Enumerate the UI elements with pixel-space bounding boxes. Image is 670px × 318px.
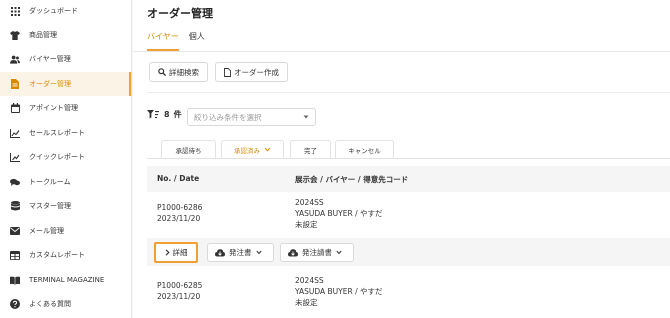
divider — [147, 92, 670, 93]
sidebar-item-appointments[interactable]: アポイント管理 — [0, 96, 131, 120]
status-tab-label: 完了 — [304, 146, 317, 155]
invoice-label: 発注請書 — [302, 248, 332, 257]
status-tab-label: 承認済み — [234, 146, 260, 155]
sidebar-item-terminal-magazine[interactable]: TERMINAL MAGAZINE — [0, 268, 131, 292]
sidebar-item-talk-room[interactable]: トークルーム — [0, 170, 131, 194]
status-tab-pending[interactable]: 承認待ち — [161, 140, 216, 158]
count-unit: 件 — [173, 110, 182, 119]
sidebar-item-buyers[interactable]: バイヤー管理 — [0, 47, 131, 71]
chat-icon — [10, 177, 20, 187]
sidebar-item-label: トークルーム — [29, 178, 71, 186]
calendar-icon — [10, 103, 20, 113]
create-order-label: オーダー作成 — [234, 67, 279, 77]
buyer-name: YASUDA BUYER / やすだ — [295, 287, 383, 296]
status-tab-divider — [147, 158, 670, 159]
cloud-download-icon — [215, 248, 225, 256]
buyer-name: YASUDA BUYER / やすだ — [295, 209, 383, 218]
trend-chart-icon — [10, 128, 20, 138]
sidebar-item-master[interactable]: マスター管理 — [0, 194, 131, 218]
main-content: オーダー管理 バイヤー 個人 詳細検索 オーダー作成 8 件 絞り込み条件を選択… — [133, 0, 670, 318]
chevron-down-icon — [264, 147, 271, 152]
mail-icon — [10, 226, 20, 236]
page-title: オーダー管理 — [147, 7, 213, 20]
search-icon — [158, 68, 166, 76]
shirt-icon — [10, 30, 20, 40]
sidebar-item-label: TERMINAL MAGAZINE — [29, 276, 105, 284]
database-icon — [10, 201, 20, 211]
sidebar: ダッシュボード 商品管理 バイヤー管理 オーダー管理 アポイント管理 セールスレ… — [0, 0, 132, 318]
sidebar-item-label: マスター管理 — [29, 202, 71, 210]
users-icon — [10, 54, 20, 64]
tab-buyer[interactable]: バイヤー — [147, 31, 179, 51]
filter-sort-icon — [147, 110, 159, 119]
sidebar-item-label: メール管理 — [29, 227, 64, 235]
order-sheet-download-button[interactable]: 発注書 — [207, 243, 274, 262]
caret-down-icon — [303, 115, 309, 119]
status-tab-label: キャンセル — [348, 146, 381, 155]
result-count: 8 件 — [147, 109, 182, 120]
sidebar-item-label: ダッシュボード — [29, 7, 78, 15]
sidebar-item-dashboard[interactable]: ダッシュボード — [0, 0, 131, 23]
sidebar-item-sales-report[interactable]: セールスレポート — [0, 121, 131, 145]
customer-code: 未設定 — [295, 298, 318, 307]
table-row[interactable]: P1000-6285 2023/11/20 2024SS YASUDA BUYE… — [147, 275, 670, 315]
sidebar-item-label: クイックレポート — [29, 153, 85, 161]
order-date: 2023/11/20 — [157, 292, 201, 301]
grid-icon — [10, 6, 20, 16]
new-document-icon — [224, 67, 231, 77]
order-number: P1000-6286 — [157, 203, 203, 212]
table-header: No. / Date 展示会 / バイヤー / 得意先コード — [147, 166, 670, 192]
status-tab-label: 承認待ち — [175, 146, 202, 155]
tab-divider — [133, 51, 670, 52]
detail-search-label: 詳細検索 — [169, 67, 199, 77]
detail-button-label: 詳細 — [172, 248, 188, 257]
sidebar-item-label: よくある質問 — [29, 300, 71, 308]
sidebar-item-label: バイヤー管理 — [29, 55, 71, 63]
app: ダッシュボード 商品管理 バイヤー管理 オーダー管理 アポイント管理 セールスレ… — [0, 0, 670, 318]
status-tab-cancel[interactable]: キャンセル — [335, 140, 394, 158]
status-tab-approved[interactable]: 承認済み — [221, 140, 284, 158]
order-number: P1000-6285 — [157, 281, 203, 290]
bar-chart-icon — [10, 152, 20, 162]
document-icon — [10, 79, 20, 89]
book-icon — [10, 275, 20, 285]
filter-placeholder: 絞り込み条件を選択 — [194, 112, 262, 122]
sidebar-item-products[interactable]: 商品管理 — [0, 23, 131, 47]
sidebar-item-custom-report[interactable]: カスタムレポート — [0, 243, 131, 267]
order-date: 2023/11/20 — [157, 214, 201, 223]
tab-bar: バイヤー 個人 — [147, 31, 215, 51]
sidebar-item-label: オーダー管理 — [29, 80, 71, 88]
sidebar-item-label: アポイント管理 — [29, 104, 78, 112]
create-order-button[interactable]: オーダー作成 — [215, 62, 288, 82]
sidebar-item-label: カスタムレポート — [29, 251, 85, 259]
sidebar-item-quick-report[interactable]: クイックレポート — [0, 145, 131, 169]
column-header-exhibition: 展示会 / バイヤー / 得意先コード — [295, 175, 409, 184]
table-row[interactable]: P1000-6286 2023/11/20 2024SS YASUDA BUYE… — [147, 197, 670, 237]
sidebar-item-orders[interactable]: オーダー管理 — [0, 72, 131, 96]
chevron-right-icon — [165, 249, 170, 256]
question-icon — [10, 299, 20, 309]
chevron-down-icon — [336, 250, 342, 255]
exhibition-season: 2024SS — [295, 276, 324, 285]
count-value: 8 — [164, 110, 170, 119]
column-header-no-date: No. / Date — [157, 174, 200, 183]
detail-button[interactable]: 詳細 — [154, 242, 198, 263]
cloud-download-icon — [288, 248, 298, 256]
invoice-download-button[interactable]: 発注請書 — [280, 243, 354, 262]
filter-select[interactable]: 絞り込み条件を選択 — [187, 108, 316, 126]
sidebar-item-mail[interactable]: メール管理 — [0, 219, 131, 243]
order-sheet-label: 発注書 — [229, 248, 252, 257]
status-tab-complete[interactable]: 完了 — [290, 140, 331, 158]
sidebar-item-label: 商品管理 — [29, 31, 57, 39]
sidebar-item-faq[interactable]: よくある質問 — [0, 292, 131, 316]
tab-individual[interactable]: 個人 — [189, 31, 205, 51]
customer-code: 未設定 — [295, 220, 318, 229]
table-icon — [10, 250, 20, 260]
detail-search-button[interactable]: 詳細検索 — [149, 62, 208, 82]
exhibition-season: 2024SS — [295, 198, 324, 207]
sidebar-item-label: セールスレポート — [29, 129, 85, 137]
chevron-down-icon — [255, 250, 262, 255]
